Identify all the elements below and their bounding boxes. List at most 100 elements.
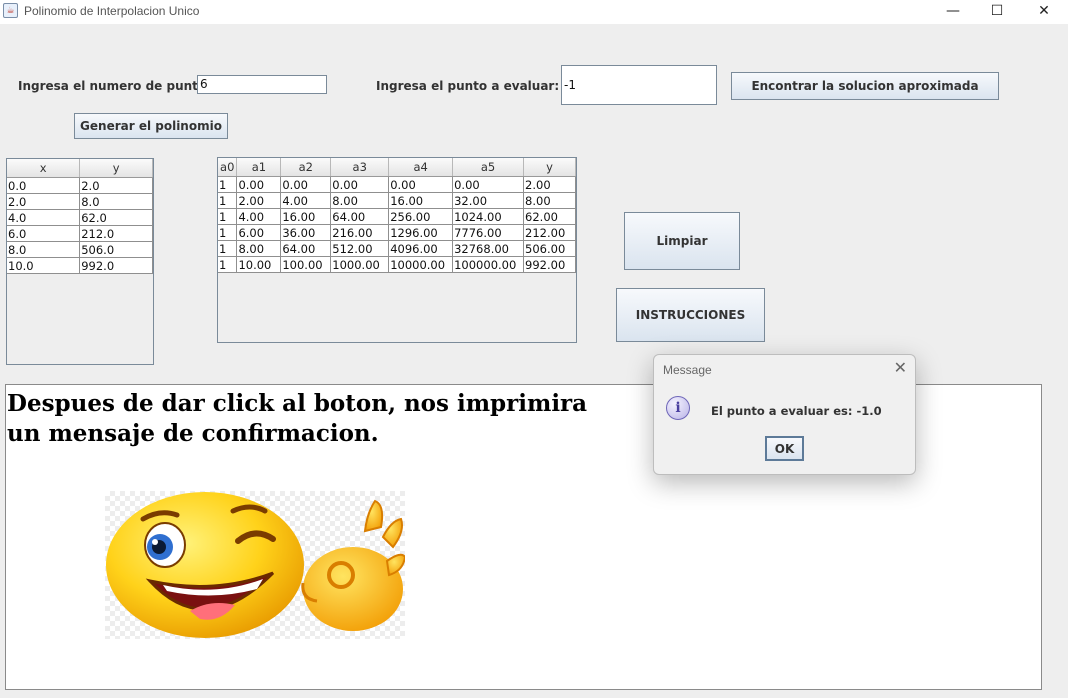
maximize-button[interactable]: ☐ xyxy=(974,0,1020,22)
table-cell[interactable]: 16.00 xyxy=(388,192,454,209)
table-cell[interactable]: 992.0 xyxy=(79,257,153,274)
table-cell[interactable]: 4.00 xyxy=(280,192,332,209)
table-cell[interactable]: 62.00 xyxy=(523,208,576,225)
table-cell[interactable]: 1 xyxy=(218,176,238,193)
table-cell[interactable]: 2.0 xyxy=(7,193,81,210)
table-cell[interactable]: 6.0 xyxy=(7,225,81,242)
table-cell[interactable]: 8.00 xyxy=(330,192,390,209)
table-cell[interactable]: 8.0 xyxy=(7,241,81,258)
column-header[interactable]: a5 xyxy=(452,158,525,177)
eval-label: Ingresa el punto a evaluar: xyxy=(376,79,560,93)
table-row[interactable]: 10.0 992.0 xyxy=(7,257,153,274)
matrix-table: a0 a1 a2 a3 a4 a5 y 1 0.00 0.00 0.00 0.00 0.00 2.00 1… xyxy=(217,157,577,343)
find-solution-button[interactable]: Encontrar la solucion aproximada xyxy=(731,72,999,100)
info-icon: i xyxy=(666,396,690,420)
table-cell[interactable]: 1 xyxy=(218,208,238,225)
column-header[interactable]: a1 xyxy=(236,158,282,177)
table-cell[interactable]: 1296.00 xyxy=(388,224,454,241)
table-cell[interactable]: 212.00 xyxy=(523,224,576,241)
table-cell[interactable]: 256.00 xyxy=(388,208,454,225)
message-dialog: Message ✕ i El punto a evaluar es: -1.0 … xyxy=(653,354,916,475)
java-cup-icon: ☕ xyxy=(3,3,18,18)
table-row[interactable]: 1 2.00 4.00 8.00 16.00 32.00 8.00 xyxy=(218,192,576,209)
column-header[interactable]: x xyxy=(7,159,81,178)
table-cell[interactable]: 512.00 xyxy=(330,240,390,257)
table-cell[interactable]: 0.00 xyxy=(236,176,282,193)
table-cell[interactable]: 0.00 xyxy=(330,176,390,193)
table-cell[interactable]: 992.00 xyxy=(523,256,576,273)
table-cell[interactable]: 10.0 xyxy=(7,257,81,274)
table-row[interactable]: 2.0 8.0 xyxy=(7,193,153,210)
column-header[interactable]: a0 xyxy=(218,158,238,177)
table-cell[interactable]: 4.00 xyxy=(236,208,282,225)
table-row[interactable]: 1 8.00 64.00 512.00 4096.00 32768.00 506.00 xyxy=(218,240,576,257)
table-row[interactable]: 6.0 212.0 xyxy=(7,225,153,242)
ok-button[interactable]: OK xyxy=(765,436,804,461)
dialog-close-icon[interactable]: ✕ xyxy=(894,358,907,377)
column-header[interactable]: y xyxy=(523,158,576,177)
table-cell[interactable]: 4.0 xyxy=(7,209,81,226)
table-cell[interactable]: 32768.00 xyxy=(452,240,525,257)
column-header[interactable]: a4 xyxy=(388,158,454,177)
table-cell[interactable]: 1 xyxy=(218,224,238,241)
window-title: Polinomio de Interpolacion Unico xyxy=(24,4,200,18)
table-cell[interactable]: 10.00 xyxy=(236,256,282,273)
points-label: Ingresa el numero de puntos: xyxy=(18,79,219,93)
column-header[interactable]: a2 xyxy=(280,158,332,177)
table-cell[interactable]: 64.00 xyxy=(280,240,332,257)
table-cell[interactable]: 62.0 xyxy=(79,209,153,226)
table-row[interactable]: 1 6.00 36.00 216.00 1296.00 7776.00 212.00 xyxy=(218,224,576,241)
table-cell[interactable]: 2.00 xyxy=(523,176,576,193)
table-cell[interactable]: 0.00 xyxy=(388,176,454,193)
minimize-button[interactable]: — xyxy=(930,0,976,22)
table-cell[interactable]: 212.0 xyxy=(79,225,153,242)
table-cell[interactable]: 100.00 xyxy=(280,256,332,273)
table-row[interactable]: 1 10.00 100.00 1000.00 10000.00 100000.00 992.… xyxy=(218,256,576,273)
instructions-text: Despues de dar click al boton, nos impri… xyxy=(7,390,588,447)
table-cell[interactable]: 7776.00 xyxy=(452,224,525,241)
table-row[interactable]: 4.0 62.0 xyxy=(7,209,153,226)
table-row[interactable]: 0.0 2.0 xyxy=(7,177,153,194)
table-row[interactable]: 1 0.00 0.00 0.00 0.00 0.00 2.00 xyxy=(218,176,576,193)
table-row[interactable]: 1 4.00 16.00 64.00 256.00 1024.00 62.00 xyxy=(218,208,576,225)
table-cell[interactable]: 0.00 xyxy=(452,176,525,193)
table-cell[interactable]: 4096.00 xyxy=(388,240,454,257)
points-table: xy 0.0 2.0 2.0 8.0 4.0 62.0 6.0 212.0 8.0 506.0 10… xyxy=(6,158,154,365)
table-cell[interactable]: 1 xyxy=(218,240,238,257)
column-header[interactable]: y xyxy=(79,159,153,178)
table-cell[interactable]: 506.0 xyxy=(79,241,153,258)
clear-button[interactable]: Limpiar xyxy=(624,212,740,270)
table-cell[interactable]: 1 xyxy=(218,192,238,209)
table-cell[interactable]: 1000.00 xyxy=(330,256,390,273)
column-header[interactable]: a3 xyxy=(330,158,390,177)
table-cell[interactable]: 506.00 xyxy=(523,240,576,257)
winking-smiley-icon xyxy=(106,492,407,638)
table-cell[interactable]: 2.00 xyxy=(236,192,282,209)
instructions-button[interactable]: INSTRUCCIONES xyxy=(616,288,765,342)
points-input[interactable]: 6 xyxy=(197,75,327,94)
table-cell[interactable]: 64.00 xyxy=(330,208,390,225)
table-cell[interactable]: 8.00 xyxy=(523,192,576,209)
table-cell[interactable]: 0.0 xyxy=(7,177,81,194)
table-cell[interactable]: 10000.00 xyxy=(388,256,454,273)
eval-point-input[interactable]: -1 xyxy=(561,65,717,105)
table-cell[interactable]: 1024.00 xyxy=(452,208,525,225)
table-cell[interactable]: 8.0 xyxy=(79,193,153,210)
table-row[interactable]: 8.0 506.0 xyxy=(7,241,153,258)
table-cell[interactable]: 1 xyxy=(218,256,238,273)
table-cell[interactable]: 0.00 xyxy=(280,176,332,193)
table-cell[interactable]: 32.00 xyxy=(452,192,525,209)
table-cell[interactable]: 100000.00 xyxy=(452,256,525,273)
title-bar: ☕ Polinomio de Interpolacion Unico — ☐ ✕ xyxy=(0,0,1068,24)
table-cell[interactable]: 2.0 xyxy=(79,177,153,194)
smiley-image xyxy=(105,491,407,639)
close-button[interactable]: ✕ xyxy=(1021,0,1067,22)
dialog-title: Message xyxy=(663,363,712,377)
table-cell[interactable]: 8.00 xyxy=(236,240,282,257)
table-cell[interactable]: 216.00 xyxy=(330,224,390,241)
table-cell[interactable]: 16.00 xyxy=(280,208,332,225)
dialog-message: El punto a evaluar es: -1.0 xyxy=(711,404,882,418)
table-cell[interactable]: 6.00 xyxy=(236,224,282,241)
table-cell[interactable]: 36.00 xyxy=(280,224,332,241)
generate-polynomial-button[interactable]: Generar el polinomio xyxy=(74,113,228,139)
